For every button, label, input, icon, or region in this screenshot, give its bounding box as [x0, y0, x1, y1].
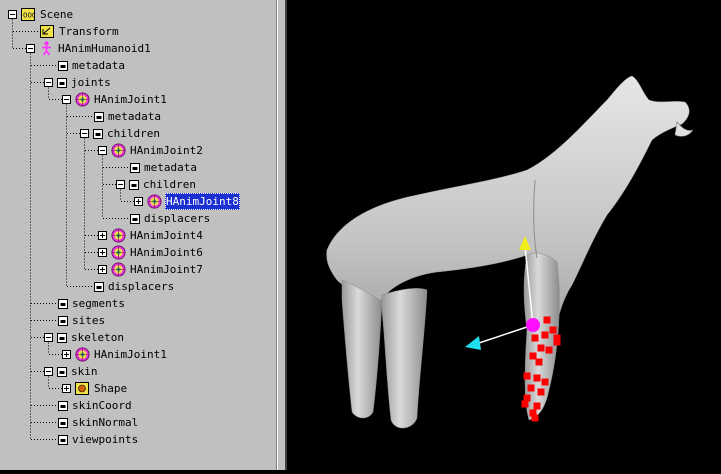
tree-node-hanimhumanoid1[interactable]: HAnimHumanoid1: [0, 40, 276, 57]
tree-node-label: joints: [71, 76, 111, 89]
3d-viewport[interactable]: [287, 0, 721, 470]
tree-node-hanimjoint4[interactable]: HAnimJoint4: [0, 227, 276, 244]
collapse-icon[interactable]: [80, 129, 89, 138]
tree-node-label: Scene: [40, 8, 74, 21]
tree-node-label: HAnimJoint8: [165, 193, 240, 210]
expand-icon[interactable]: [98, 265, 107, 274]
vertex-handle[interactable]: [553, 334, 561, 342]
tree-node-label: skin: [71, 365, 98, 378]
tree-node-label: skeleton: [71, 331, 124, 344]
tree-node-hanimjoint7[interactable]: HAnimJoint7: [0, 261, 276, 278]
collapse-icon[interactable]: [44, 333, 53, 342]
vertex-handle[interactable]: [533, 374, 541, 382]
tree-node-label: HAnimJoint2: [130, 144, 203, 157]
tree-node-label: HAnimJoint6: [130, 246, 203, 259]
tree-node-skin[interactable]: skin: [0, 363, 276, 380]
wolf-mesh: [326, 75, 694, 429]
scene-tree-panel[interactable]: 000 Scene Transform HAnimHumanoid1 metadata j…: [0, 0, 277, 470]
tree-node-label: Shape: [94, 382, 128, 395]
joint-center-handle[interactable]: [526, 318, 540, 332]
vertex-handle[interactable]: [549, 326, 557, 334]
vertex-handle[interactable]: [533, 402, 541, 410]
tree-node-label: sites: [72, 314, 106, 327]
tree-node-label: displacers: [108, 280, 175, 293]
wolf-body: [326, 75, 690, 406]
vertex-handle[interactable]: [527, 384, 535, 392]
vertex-handle[interactable]: [537, 344, 545, 352]
tree-node-viewpoints[interactable]: viewpoints: [0, 431, 276, 448]
tree-node-skincoord[interactable]: skinCoord: [0, 397, 276, 414]
collapse-icon[interactable]: [8, 10, 17, 19]
wolf-hind-leg-front: [381, 288, 428, 429]
tree-node-transform[interactable]: Transform: [0, 23, 276, 40]
tree-node-shape[interactable]: Shape: [0, 380, 276, 397]
tree-node-metadata[interactable]: metadata: [0, 159, 276, 176]
vertex-handle[interactable]: [529, 352, 537, 360]
tree-node-label: children: [143, 178, 196, 191]
tree-node-label: HAnimJoint1: [94, 93, 167, 106]
tree-node-children[interactable]: children: [0, 125, 276, 142]
panel-splitter[interactable]: [277, 0, 287, 470]
z-axis-arrow-handle[interactable]: [465, 336, 481, 350]
collapse-icon[interactable]: [62, 95, 71, 104]
vertex-handle[interactable]: [541, 331, 549, 339]
tree-node-skinnormal[interactable]: skinNormal: [0, 414, 276, 431]
tree-node-label: skinCoord: [72, 399, 132, 412]
collapse-icon[interactable]: [116, 180, 125, 189]
vertex-handle[interactable]: [531, 334, 539, 342]
tree-node-label: HAnimHumanoid1: [58, 42, 151, 55]
vertex-handle[interactable]: [535, 358, 543, 366]
tree-node-label: HAnimJoint1: [94, 348, 167, 361]
tree-node-label: viewpoints: [72, 433, 139, 446]
expand-icon[interactable]: [62, 350, 71, 359]
tree-node-label: children: [107, 127, 160, 140]
tree-node-hanimjoint8[interactable]: HAnimJoint8: [0, 193, 276, 210]
tree-node-label: Transform: [59, 25, 119, 38]
tree-node-label: metadata: [144, 161, 197, 174]
tree-node-label: metadata: [72, 59, 125, 72]
expand-icon[interactable]: [62, 384, 71, 393]
svg-text:000: 000: [23, 12, 35, 20]
tree-node-label: displacers: [144, 212, 211, 225]
tree-node-metadata[interactable]: metadata: [0, 57, 276, 74]
collapse-icon[interactable]: [44, 367, 53, 376]
collapse-icon[interactable]: [26, 44, 35, 53]
tree-node-children[interactable]: children: [0, 176, 276, 193]
tree-node-hanimjoint1[interactable]: HAnimJoint1: [0, 91, 276, 108]
vertex-handle[interactable]: [543, 316, 551, 324]
tree-node-label: skinNormal: [72, 416, 139, 429]
tree-node-joints[interactable]: joints: [0, 74, 276, 91]
tree-node-displacers[interactable]: displacers: [0, 210, 276, 227]
collapse-icon[interactable]: [98, 146, 107, 155]
wolf-muzzle: [674, 121, 694, 137]
vertex-handle[interactable]: [523, 394, 531, 402]
vertex-handle[interactable]: [521, 400, 529, 408]
tree-node-hanimjoint6[interactable]: HAnimJoint6: [0, 244, 276, 261]
expand-icon[interactable]: [134, 197, 143, 206]
tree-node-sites[interactable]: sites: [0, 312, 276, 329]
tree-node-metadata[interactable]: metadata: [0, 108, 276, 125]
tree-node-segments[interactable]: segments: [0, 295, 276, 312]
tree-node-label: HAnimJoint7: [130, 263, 203, 276]
vertex-handle[interactable]: [523, 372, 531, 380]
viewport-canvas[interactable]: [287, 0, 721, 470]
wolf-hind-leg-back: [341, 279, 383, 419]
tree-node-displacers[interactable]: displacers: [0, 278, 276, 295]
expand-icon[interactable]: [98, 231, 107, 240]
vertex-handle[interactable]: [541, 378, 549, 386]
tree-node-label: HAnimJoint4: [130, 229, 203, 242]
vertex-handle[interactable]: [545, 346, 553, 354]
collapse-icon[interactable]: [44, 78, 53, 87]
z-axis-line: [478, 324, 534, 344]
expand-icon[interactable]: [98, 248, 107, 257]
vertex-handle[interactable]: [531, 414, 539, 422]
tree-node-scene[interactable]: 000 Scene: [0, 6, 276, 23]
tree-node-hanimjoint1[interactable]: HAnimJoint1: [0, 346, 276, 363]
tree-node-hanimjoint2[interactable]: HAnimJoint2: [0, 142, 276, 159]
tree-node-skeleton[interactable]: skeleton: [0, 329, 276, 346]
tree-node-label: metadata: [108, 110, 161, 123]
tree-node-label: segments: [72, 297, 125, 310]
vertex-handle[interactable]: [537, 388, 545, 396]
